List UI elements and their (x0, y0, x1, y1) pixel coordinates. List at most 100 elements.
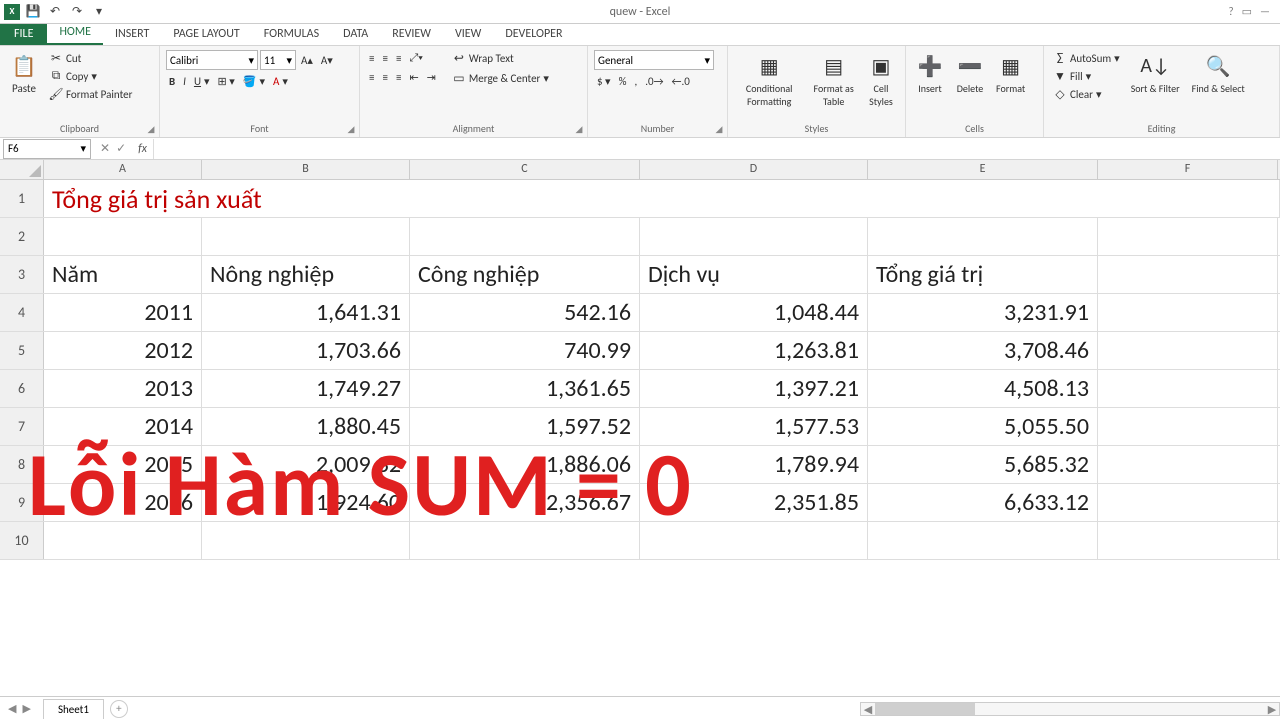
scroll-thumb[interactable] (875, 703, 975, 715)
sheet-tab[interactable]: Sheet1 (43, 699, 104, 719)
cell[interactable]: 1,263.81 (640, 332, 868, 369)
cell[interactable] (1098, 484, 1278, 521)
delete-cells-button[interactable]: ➖Delete (952, 50, 988, 97)
cell[interactable]: 2015 (44, 446, 202, 483)
comma-button[interactable]: , (631, 74, 640, 89)
format-painter-button[interactable]: 🖌Format Painter (46, 86, 135, 102)
help-icon[interactable]: ? (1229, 5, 1234, 18)
cell[interactable] (202, 218, 410, 255)
cell[interactable] (1098, 218, 1278, 255)
font-launcher-icon[interactable]: ◢ (345, 123, 357, 135)
font-name-combo[interactable]: Calibri▾ (166, 50, 258, 70)
tab-developer[interactable]: DEVELOPER (493, 23, 574, 45)
cell[interactable]: 1,880.45 (202, 408, 410, 445)
underline-button[interactable]: U ▾ (191, 74, 213, 89)
increase-decimal-button[interactable]: .0→ (642, 74, 666, 89)
cell[interactable] (1098, 294, 1278, 331)
autosum-button[interactable]: ∑AutoSum ▾ (1050, 50, 1123, 66)
row-header[interactable]: 8 (0, 446, 44, 483)
row-header[interactable]: 5 (0, 332, 44, 369)
tab-data[interactable]: DATA (331, 23, 380, 45)
row-header[interactable]: 3 (0, 256, 44, 293)
align-bottom-button[interactable]: ≡ (393, 51, 404, 66)
cell[interactable]: 2,356.67 (410, 484, 640, 521)
align-right-button[interactable]: ≡ (393, 70, 404, 85)
clipboard-launcher-icon[interactable]: ◢ (145, 123, 157, 135)
cell[interactable] (1098, 256, 1278, 293)
cell[interactable]: 1,597.52 (410, 408, 640, 445)
cell[interactable]: Tổng giá trị (868, 256, 1098, 293)
grow-font-button[interactable]: A▴ (298, 53, 316, 68)
cell[interactable]: 2011 (44, 294, 202, 331)
cell[interactable]: 2013 (44, 370, 202, 407)
cell[interactable] (1098, 408, 1278, 445)
align-middle-button[interactable]: ≡ (379, 51, 390, 66)
format-as-table-button[interactable]: ▤Format as Table (808, 50, 859, 110)
conditional-formatting-button[interactable]: ▦Conditional Formatting (734, 50, 804, 110)
col-header-A[interactable]: A (44, 160, 202, 179)
cell[interactable]: 1,703.66 (202, 332, 410, 369)
enter-formula-icon[interactable]: ✓ (116, 141, 126, 156)
tab-review[interactable]: REVIEW (380, 23, 443, 45)
tab-view[interactable]: VIEW (443, 23, 493, 45)
row-header[interactable]: 2 (0, 218, 44, 255)
cell[interactable]: 2,351.85 (640, 484, 868, 521)
decrease-indent-button[interactable]: ⇤ (406, 70, 421, 85)
cell[interactable] (44, 218, 202, 255)
formula-input[interactable] (153, 139, 1280, 159)
cell[interactable]: 6,633.12 (868, 484, 1098, 521)
cell[interactable]: Công nghiệp (410, 256, 640, 293)
row-header[interactable]: 9 (0, 484, 44, 521)
orientation-button[interactable]: ⤢▾ (406, 50, 425, 66)
cell[interactable]: 5,055.50 (868, 408, 1098, 445)
align-top-button[interactable]: ≡ (366, 51, 377, 66)
cell[interactable]: Dịch vụ (640, 256, 868, 293)
horizontal-scrollbar[interactable]: ◀ ▶ (860, 702, 1280, 716)
col-header-F[interactable]: F (1098, 160, 1278, 179)
fill-button[interactable]: ▼Fill ▾ (1050, 68, 1123, 84)
number-format-combo[interactable]: General▾ (594, 50, 714, 70)
ribbon-options-icon[interactable]: ▭ (1242, 5, 1252, 18)
cell[interactable]: 2016 (44, 484, 202, 521)
insert-cells-button[interactable]: ➕Insert (912, 50, 948, 97)
scroll-left-icon[interactable]: ◀ (861, 703, 875, 715)
cell-styles-button[interactable]: ▣Cell Styles (863, 50, 899, 110)
cell[interactable]: 1,789.94 (640, 446, 868, 483)
tab-insert[interactable]: INSERT (103, 23, 161, 45)
cell[interactable] (640, 522, 868, 559)
cell[interactable]: Tổng giá trị sản xuất (44, 180, 640, 217)
shrink-font-button[interactable]: A▾ (318, 53, 336, 68)
cell[interactable] (1098, 332, 1278, 369)
italic-button[interactable]: I (180, 74, 189, 89)
wrap-text-button[interactable]: ↩Wrap Text (449, 50, 552, 66)
cell[interactable]: 1,749.27 (202, 370, 410, 407)
cell[interactable]: Nông nghiệp (202, 256, 410, 293)
row-header[interactable]: 7 (0, 408, 44, 445)
tab-formulas[interactable]: FORMULAS (252, 23, 331, 45)
cell[interactable] (1098, 446, 1278, 483)
cut-button[interactable]: ✂Cut (46, 50, 135, 66)
cell[interactable] (202, 522, 410, 559)
copy-button[interactable]: ⧉Copy ▾ (46, 68, 135, 84)
cell[interactable]: 2014 (44, 408, 202, 445)
cell[interactable]: 1,397.21 (640, 370, 868, 407)
row-header[interactable]: 1 (0, 180, 44, 217)
redo-icon[interactable]: ↷ (68, 3, 86, 21)
name-box[interactable]: F6▾ (3, 139, 91, 159)
cell[interactable]: 3,231.91 (868, 294, 1098, 331)
cell[interactable]: 4,508.13 (868, 370, 1098, 407)
accounting-button[interactable]: $ ▾ (594, 74, 614, 89)
cell[interactable] (410, 522, 640, 559)
sheet-nav-next-icon[interactable]: ▶ (22, 702, 30, 715)
row-header[interactable]: 6 (0, 370, 44, 407)
find-select-button[interactable]: 🔍Find & Select (1188, 50, 1249, 97)
scroll-right-icon[interactable]: ▶ (1265, 703, 1279, 715)
cell[interactable]: 1,361.65 (410, 370, 640, 407)
sheet-nav-prev-icon[interactable]: ◀ (8, 702, 16, 715)
align-center-button[interactable]: ≡ (379, 70, 390, 85)
cell[interactable]: 2,009.32 (202, 446, 410, 483)
fx-icon[interactable]: fx (132, 142, 153, 156)
row-header[interactable]: 10 (0, 522, 44, 559)
format-cells-button[interactable]: ▦Format (992, 50, 1029, 97)
cell[interactable] (868, 522, 1098, 559)
